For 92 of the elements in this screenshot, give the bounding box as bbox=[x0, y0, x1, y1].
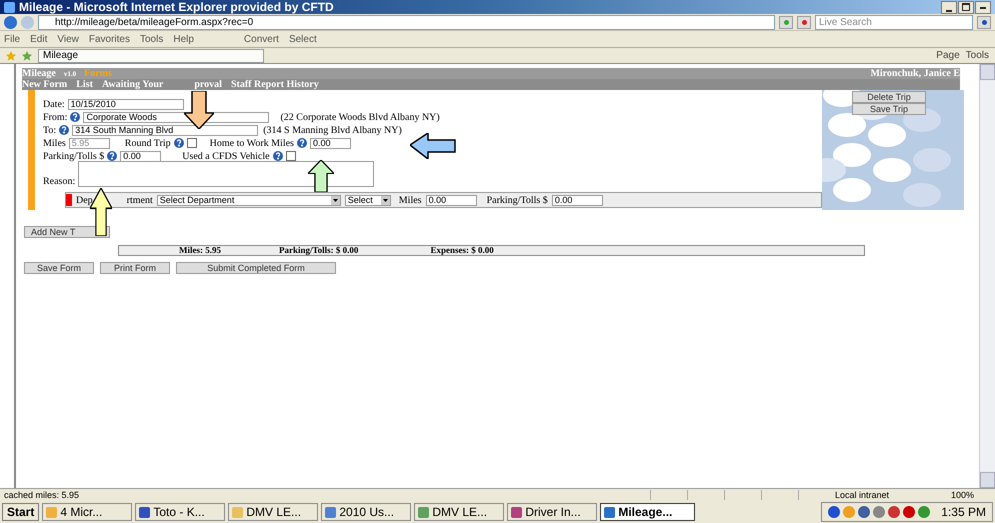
department-select[interactable]: Select Department bbox=[156, 194, 341, 206]
tray-icon[interactable] bbox=[918, 506, 930, 518]
menu-item[interactable]: View bbox=[57, 34, 79, 44]
parking-field[interactable]: 0.00 bbox=[552, 194, 603, 206]
to-field[interactable]: 314 South Manning Blvd bbox=[72, 124, 258, 136]
taskbar-item[interactable]: 4 Micr... bbox=[42, 503, 132, 521]
form-button[interactable]: Save Form bbox=[24, 262, 94, 274]
total-text: Expenses: $ 0.00 bbox=[430, 246, 494, 255]
search-button[interactable] bbox=[977, 16, 991, 28]
address-text: (314 S Manning Blvd Albany NY) bbox=[263, 124, 402, 136]
help-icon[interactable] bbox=[272, 151, 283, 161]
trip-button[interactable]: Save Trip bbox=[852, 103, 926, 115]
star-icon[interactable] bbox=[22, 50, 32, 60]
taskbar-item[interactable]: 2010 Us... bbox=[321, 503, 412, 521]
search-field[interactable]: Live Search bbox=[815, 14, 973, 30]
back-icon[interactable] bbox=[4, 16, 17, 28]
tray-icon[interactable] bbox=[873, 506, 886, 518]
star-icon[interactable] bbox=[6, 50, 16, 60]
menu-item[interactable]: Help bbox=[173, 34, 194, 44]
home-miles-field[interactable]: 0.00 bbox=[310, 138, 351, 148]
date-field[interactable]: 10/15/2010 bbox=[68, 98, 184, 110]
menu-item[interactable]: Edit bbox=[30, 34, 48, 44]
stop-button[interactable] bbox=[797, 16, 811, 28]
miles-field[interactable]: 5.95 bbox=[68, 138, 110, 148]
taskbar-item[interactable]: Driver In... bbox=[507, 503, 598, 521]
window-title: Mileage - Microsoft Internet Explorer provided by CFTD bbox=[19, 0, 334, 14]
field-label: Date: bbox=[43, 98, 65, 110]
help-icon[interactable] bbox=[174, 138, 184, 148]
field-label: Home to Work Miles bbox=[210, 138, 294, 148]
toolbar-button[interactable]: Convert bbox=[244, 34, 279, 44]
reason-field[interactable] bbox=[78, 161, 374, 187]
caret-icon bbox=[330, 196, 340, 204]
start-button[interactable]: Start bbox=[2, 503, 40, 521]
toolbar-button[interactable]: Select bbox=[288, 34, 317, 44]
minimize-button[interactable] bbox=[941, 0, 957, 14]
checkbox[interactable] bbox=[186, 138, 197, 148]
field-label: Parking/Tolls $ bbox=[43, 150, 104, 162]
taskbar-item[interactable]: DMV LE... bbox=[228, 503, 318, 521]
section-title: Forms bbox=[84, 68, 112, 79]
field-label: Dep bbox=[76, 194, 93, 206]
zone-text: Local intranet bbox=[835, 490, 890, 500]
field-label: Parking/Tolls $ bbox=[486, 194, 548, 206]
status-text: cached miles: 5.95 bbox=[4, 490, 80, 500]
checkbox[interactable] bbox=[286, 151, 296, 161]
form-button[interactable]: Submit Completed Form bbox=[176, 262, 336, 274]
taskbar-item[interactable]: DMV LE... bbox=[414, 503, 504, 521]
field-label: Used a CFDS Vehicle bbox=[182, 150, 270, 162]
parking-field[interactable]: 0.00 bbox=[120, 150, 162, 162]
field-label: From: bbox=[43, 112, 68, 122]
close-button[interactable] bbox=[975, 0, 991, 14]
app-name: Mileage bbox=[22, 68, 56, 79]
left-arrow-icon bbox=[410, 133, 456, 159]
down-arrow-icon bbox=[184, 91, 214, 129]
menu-item[interactable]: Favorites bbox=[88, 34, 130, 44]
field-label: Round Trip bbox=[124, 138, 171, 148]
field-label: To: bbox=[43, 124, 56, 136]
miles-field[interactable]: 0.00 bbox=[426, 194, 477, 206]
field-label: rtment bbox=[126, 194, 153, 206]
up-arrow-icon bbox=[308, 160, 334, 192]
help-icon[interactable] bbox=[107, 151, 118, 161]
command-button[interactable]: Page bbox=[936, 50, 960, 61]
total-text: Miles: 5.95 bbox=[179, 246, 221, 255]
zoom-text[interactable]: 100% bbox=[951, 490, 991, 500]
taskbar-item[interactable]: Toto - K... bbox=[135, 503, 226, 521]
menu-item[interactable]: File bbox=[4, 34, 20, 44]
tray-icon[interactable] bbox=[903, 506, 916, 518]
tray-icon[interactable] bbox=[858, 506, 870, 518]
total-text: Parking/Tolls: $ 0.00 bbox=[279, 246, 358, 255]
form-button[interactable]: Print Form bbox=[100, 262, 170, 274]
address-text: (22 Corporate Woods Blvd Albany NY) bbox=[280, 112, 440, 122]
clock: 1:35 PM bbox=[941, 505, 986, 519]
help-icon[interactable] bbox=[70, 112, 80, 122]
command-button[interactable]: Tools bbox=[966, 50, 989, 61]
menu-item[interactable]: Tools bbox=[140, 34, 164, 44]
tray-icon[interactable] bbox=[828, 506, 840, 518]
caret-icon bbox=[380, 196, 390, 204]
user-name: Mironchuk, Janice E bbox=[870, 68, 960, 79]
address-field[interactable]: http://mileage/beta/mileageForm.aspx?rec=0 bbox=[38, 14, 775, 30]
restore-button[interactable] bbox=[958, 0, 974, 14]
browser-tab[interactable]: Mileage bbox=[38, 48, 264, 62]
tray-icon[interactable] bbox=[888, 506, 900, 518]
scrollbar[interactable] bbox=[979, 64, 995, 488]
field-label: Miles bbox=[43, 138, 66, 148]
select-dropdown[interactable]: Select bbox=[344, 194, 391, 206]
help-icon[interactable] bbox=[59, 125, 70, 135]
browser-icon bbox=[4, 2, 15, 12]
trip-button[interactable]: Delete Trip bbox=[852, 91, 926, 103]
help-icon[interactable] bbox=[296, 138, 307, 148]
required-marker bbox=[66, 194, 72, 206]
field-label: Miles bbox=[398, 194, 422, 206]
field-label: Reason: bbox=[43, 176, 76, 187]
taskbar-item[interactable]: Mileage... bbox=[600, 503, 696, 521]
